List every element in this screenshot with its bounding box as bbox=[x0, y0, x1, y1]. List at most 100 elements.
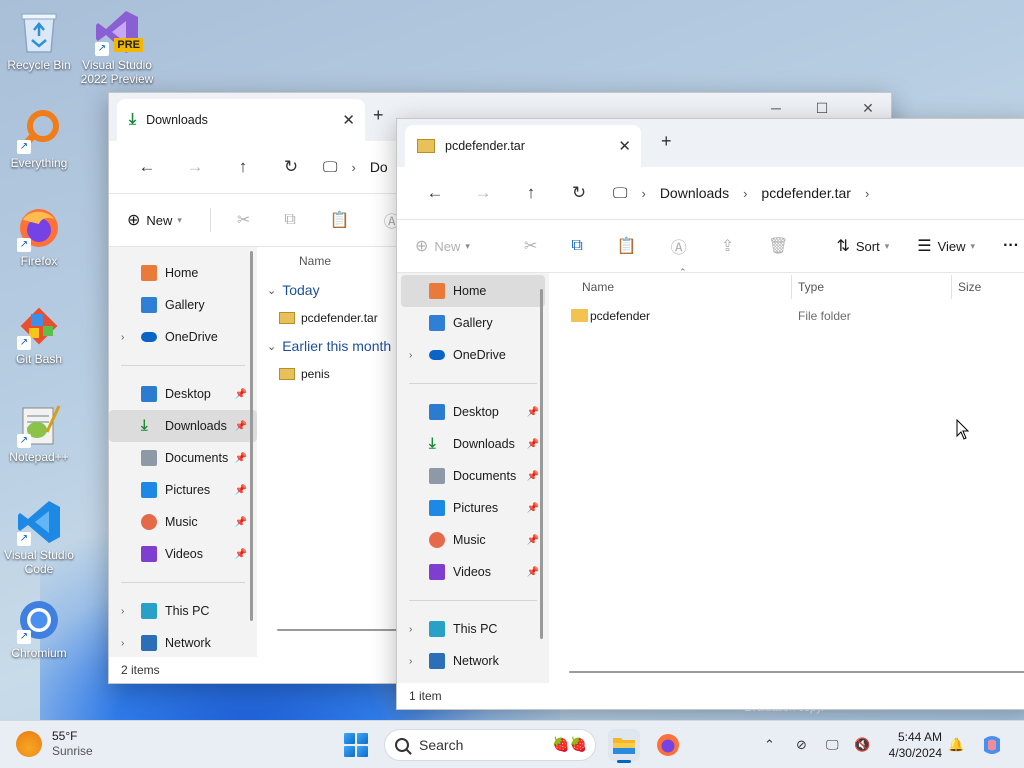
sidebar-item-gallery[interactable]: Gallery bbox=[109, 289, 257, 321]
sidebar-item-network[interactable]: › Network bbox=[397, 645, 549, 677]
gallery-icon bbox=[141, 297, 157, 313]
back-button[interactable]: ← bbox=[411, 183, 459, 203]
forward-button[interactable]: → bbox=[459, 183, 507, 203]
desktop-icon-visual-studio[interactable]: PRE ↗ Visual Studio 2022 Preview bbox=[78, 8, 156, 86]
sidebar-divider bbox=[409, 383, 537, 384]
desktop-icon-chromium[interactable]: ↗ Chromium bbox=[0, 596, 78, 660]
desktop-icon-notepad-plus-plus[interactable]: ↗ Notepad++ bbox=[0, 400, 78, 464]
column-divider[interactable] bbox=[951, 275, 952, 299]
shortcut-arrow-icon: ↗ bbox=[95, 42, 109, 56]
delete-button[interactable]: 🗑 bbox=[768, 236, 794, 256]
copy-button[interactable]: ⧉ bbox=[571, 237, 588, 255]
refresh-button[interactable]: ↻ bbox=[555, 183, 603, 203]
column-header-type[interactable]: Type bbox=[798, 280, 824, 294]
desktop-icon-git-bash[interactable]: ↗ Git Bash bbox=[0, 302, 78, 366]
view-button[interactable]: ☰ View ▾ bbox=[917, 236, 975, 256]
this-pc-icon bbox=[429, 621, 445, 637]
paste-button[interactable]: 📋 bbox=[617, 236, 643, 256]
sidebar-item-gallery[interactable]: Gallery bbox=[397, 307, 549, 339]
sidebar-item-videos[interactable]: Videos 📌 bbox=[109, 538, 257, 570]
sidebar-item-desktop[interactable]: Desktop 📌 bbox=[397, 396, 549, 428]
tray-copilot[interactable] bbox=[980, 721, 1004, 768]
tray-notifications[interactable]: 🔔 bbox=[948, 721, 964, 768]
taskbar-search[interactable]: Search 🍓🍓 bbox=[384, 729, 596, 761]
weather-widget[interactable]: 55°F Sunrise bbox=[16, 729, 93, 759]
back-button[interactable]: ← bbox=[123, 157, 171, 177]
column-header-size[interactable]: Size bbox=[958, 280, 981, 294]
forward-button[interactable]: → bbox=[171, 157, 219, 177]
address-bar[interactable]: 🖵 › Downloads › pcdefender.tar › bbox=[613, 176, 1024, 210]
table-row[interactable]: pcdefender File folder bbox=[549, 301, 1024, 331]
sidebar-item-home[interactable]: Home bbox=[109, 257, 257, 289]
clipboard-icon: 📋 bbox=[616, 238, 637, 255]
column-header-name[interactable]: Name bbox=[582, 280, 614, 294]
more-options-button[interactable]: ··· bbox=[1003, 237, 1019, 255]
new-tab-button[interactable]: + bbox=[373, 105, 384, 126]
tray-network-icon[interactable]: ⊘ bbox=[796, 721, 807, 768]
toolbar-separator bbox=[209, 208, 211, 232]
new-tab-button[interactable]: + bbox=[661, 131, 672, 152]
breadcrumb-downloads[interactable]: Downloads bbox=[660, 185, 729, 201]
chevron-right-icon[interactable]: › bbox=[121, 638, 124, 649]
sort-button[interactable]: ⇅ Sort ▾ bbox=[836, 236, 889, 256]
sidebar-item-onedrive[interactable]: › OneDrive bbox=[397, 339, 549, 371]
music-icon bbox=[141, 514, 157, 530]
desktop-icon-firefox[interactable]: ↗ Firefox bbox=[0, 204, 78, 268]
cut-button[interactable]: ✂ bbox=[237, 210, 256, 230]
horizontal-scrollbar[interactable] bbox=[277, 629, 397, 631]
sidebar-item-documents[interactable]: Documents 📌 bbox=[397, 460, 549, 492]
sidebar-item-videos[interactable]: Videos 📌 bbox=[397, 556, 549, 588]
refresh-button[interactable]: ↻ bbox=[267, 157, 315, 177]
tab-downloads[interactable]: ⤓ Downloads ✕ bbox=[117, 99, 365, 141]
taskbar-file-explorer[interactable] bbox=[608, 729, 640, 763]
sidebar-item-onedrive[interactable]: › OneDrive bbox=[109, 321, 257, 353]
up-button[interactable]: ↑ bbox=[219, 157, 267, 177]
taskbar-clock[interactable]: 5:44 AM 4/30/2024 bbox=[880, 729, 942, 761]
new-button[interactable]: ⊕ New ▾ bbox=[415, 236, 470, 256]
chevron-right-icon[interactable]: › bbox=[409, 350, 412, 361]
cut-button[interactable]: ✂ bbox=[524, 236, 543, 256]
chevron-right-icon[interactable]: › bbox=[409, 656, 412, 667]
explorer-window-pcdefender[interactable]: pcdefender.tar ✕ + ← → ↑ ↻ 🖵 › Downloads… bbox=[396, 118, 1024, 710]
sidebar-item-pictures[interactable]: Pictures 📌 bbox=[109, 474, 257, 506]
speaker-muted-icon: 🔇 bbox=[854, 737, 871, 752]
sidebar-item-downloads[interactable]: ⤓ Downloads 📌 bbox=[109, 410, 257, 442]
share-button[interactable]: ⇪ bbox=[721, 236, 740, 256]
chevron-right-icon[interactable]: › bbox=[409, 624, 412, 635]
chevron-right-icon[interactable]: › bbox=[121, 332, 124, 343]
column-divider[interactable] bbox=[791, 275, 792, 299]
up-button[interactable]: ↑ bbox=[507, 183, 555, 203]
view-list-icon: ☰ bbox=[917, 238, 932, 255]
tray-display-icon[interactable]: 🖵 bbox=[826, 721, 839, 768]
sidebar-item-downloads[interactable]: ⤓ Downloads 📌 bbox=[397, 428, 549, 460]
desktop-icon-vscode[interactable]: ↗ Visual Studio Code bbox=[0, 498, 78, 576]
taskbar-firefox[interactable] bbox=[652, 729, 684, 761]
close-tab-icon[interactable]: ✕ bbox=[342, 111, 355, 129]
new-button[interactable]: ⊕ New ▾ bbox=[127, 210, 182, 230]
chevron-right-icon[interactable]: › bbox=[865, 186, 869, 201]
rename-button[interactable]: Ⓐ bbox=[671, 234, 693, 258]
horizontal-scrollbar[interactable] bbox=[569, 671, 1024, 673]
chevron-right-icon[interactable]: › bbox=[121, 606, 124, 617]
sidebar-item-music[interactable]: Music 📌 bbox=[109, 506, 257, 538]
start-button[interactable] bbox=[344, 733, 368, 757]
tray-volume-icon[interactable]: 🔇 bbox=[854, 721, 870, 768]
paste-button[interactable]: 📋 bbox=[330, 210, 356, 230]
desktop-icon-everything[interactable]: ↗ Everything bbox=[0, 106, 78, 170]
sidebar-item-documents[interactable]: Documents 📌 bbox=[109, 442, 257, 474]
desktop-icon-recycle-bin[interactable]: Recycle Bin bbox=[0, 8, 78, 72]
sidebar-item-music[interactable]: Music 📌 bbox=[397, 524, 549, 556]
tab-pcdefender-tar[interactable]: pcdefender.tar ✕ bbox=[405, 125, 641, 167]
breadcrumb-pcdefender-tar[interactable]: pcdefender.tar bbox=[761, 185, 851, 201]
sidebar-scrollbar[interactable] bbox=[540, 289, 543, 639]
sidebar-item-desktop[interactable]: Desktop 📌 bbox=[109, 378, 257, 410]
copy-button[interactable]: ⧉ bbox=[284, 211, 301, 229]
sidebar-item-this-pc[interactable]: › This PC bbox=[109, 595, 257, 627]
sidebar-item-network[interactable]: › Network bbox=[109, 627, 257, 659]
sidebar-item-home[interactable]: Home bbox=[401, 275, 545, 307]
sidebar-item-pictures[interactable]: Pictures 📌 bbox=[397, 492, 549, 524]
tray-overflow-chevron[interactable]: ⌃ bbox=[764, 721, 775, 768]
sidebar-scrollbar[interactable] bbox=[250, 251, 253, 621]
sidebar-item-this-pc[interactable]: › This PC bbox=[397, 613, 549, 645]
close-tab-icon[interactable]: ✕ bbox=[618, 137, 631, 155]
